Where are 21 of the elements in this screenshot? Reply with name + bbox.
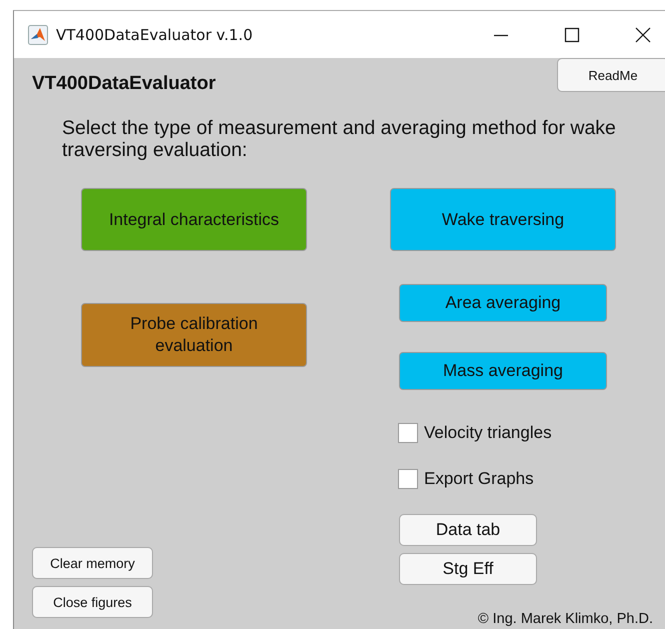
close-icon[interactable] bbox=[635, 26, 651, 42]
maximize-icon[interactable] bbox=[564, 26, 580, 42]
window-title: VT400DataEvaluator v.1.0 bbox=[56, 26, 253, 44]
action-button[interactable]: Stg Eff bbox=[399, 553, 537, 585]
checkbox-label: Export Graphs bbox=[424, 469, 534, 489]
checkbox[interactable] bbox=[398, 423, 418, 443]
checkbox[interactable] bbox=[398, 469, 418, 489]
checkbox-label: Velocity triangles bbox=[424, 423, 552, 443]
action-button[interactable]: Close figures bbox=[32, 586, 153, 618]
averaging-button[interactable]: Area averaging bbox=[399, 284, 607, 322]
action-button[interactable]: Clear memory bbox=[32, 547, 153, 579]
app-icon bbox=[28, 24, 48, 44]
mode-button[interactable]: Probe calibration evaluation bbox=[81, 303, 307, 367]
app-title: VT400DataEvaluator bbox=[32, 73, 216, 95]
copyright-text: © Ing. Marek Klimko, Ph.D. bbox=[478, 611, 653, 627]
mode-button[interactable]: Wake traversing bbox=[390, 188, 616, 251]
instruction-text: Select the type of measurement and averaging method for wake traversing evaluation: bbox=[62, 117, 617, 161]
mode-button[interactable]: Integral characteristics bbox=[81, 188, 307, 251]
averaging-button[interactable]: Mass averaging bbox=[399, 352, 607, 390]
readme-button[interactable]: ReadMe bbox=[557, 58, 665, 92]
action-button[interactable]: Data tab bbox=[399, 514, 537, 546]
